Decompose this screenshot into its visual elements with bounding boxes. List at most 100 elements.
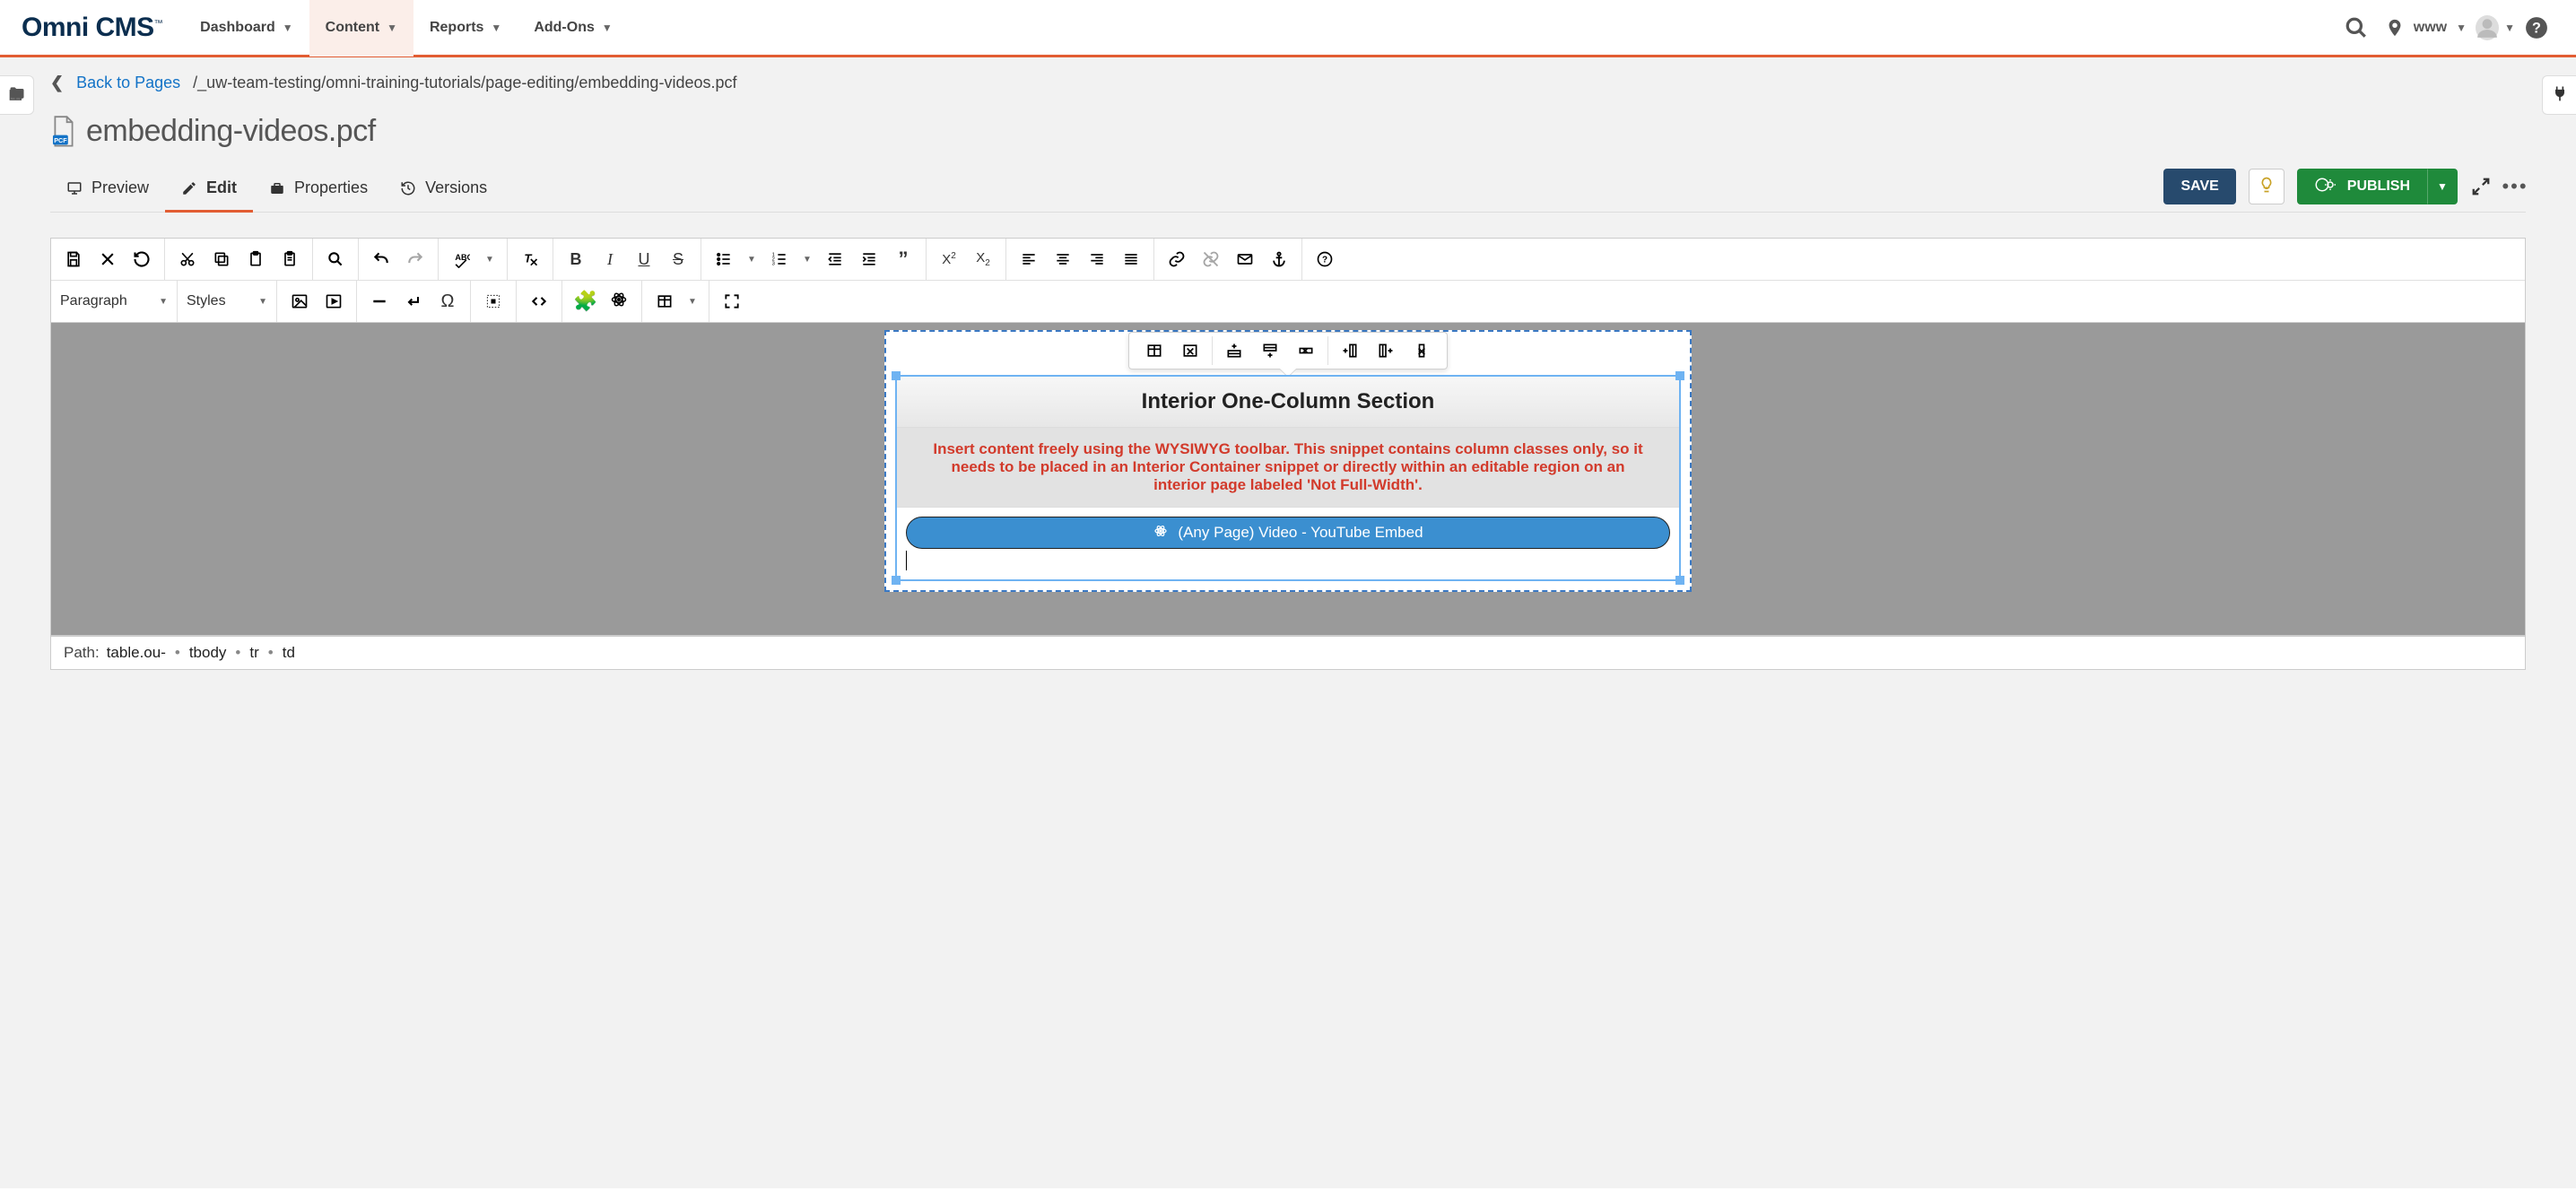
save-button[interactable]: SAVE	[2163, 169, 2235, 204]
toolbar-table-button[interactable]	[649, 286, 680, 317]
row-delete-button[interactable]	[1290, 336, 1322, 365]
video-component[interactable]: (Any Page) Video - YouTube Embed	[906, 517, 1670, 549]
status-path-seg[interactable]: table.ou-	[107, 644, 166, 662]
checks-button[interactable]	[2249, 169, 2284, 204]
toolbar-ul-dropdown[interactable]: ▼	[743, 244, 761, 274]
toolbar-specialchar-button[interactable]: Ω	[432, 286, 463, 317]
col-insert-right-button[interactable]	[1370, 336, 1402, 365]
resize-handle[interactable]	[892, 576, 901, 585]
toolbar-link-button[interactable]	[1162, 244, 1192, 274]
resize-handle[interactable]	[1675, 371, 1684, 380]
toolbar-align-justify-button[interactable]	[1116, 244, 1146, 274]
col-insert-left-button[interactable]	[1334, 336, 1366, 365]
toolbar-component-button[interactable]	[604, 286, 634, 317]
toolbox-icon	[269, 180, 285, 196]
toolbar-bold-button[interactable]: B	[561, 244, 591, 274]
toolbar-close-button[interactable]	[92, 244, 123, 274]
nav-dashboard[interactable]: Dashboard ▼	[184, 0, 309, 57]
site-selector-label: www	[2414, 20, 2447, 36]
status-path-seg[interactable]: td	[283, 644, 295, 662]
user-menu[interactable]: ▼	[2483, 15, 2508, 40]
toolbar-strike-button[interactable]: S	[663, 244, 693, 274]
toolbar-styles-select-label: Styles	[187, 293, 226, 309]
table-delete-button[interactable]	[1174, 336, 1206, 365]
toolbar-superscript-button[interactable]: X2	[934, 244, 964, 274]
back-to-pages-link[interactable]: Back to Pages	[76, 74, 180, 92]
toolbar-align-right-button[interactable]	[1082, 244, 1112, 274]
avatar-icon	[2476, 15, 2499, 40]
tab-preview[interactable]: Preview	[50, 170, 165, 213]
toolbar-indent-button[interactable]	[854, 244, 884, 274]
toolbar-ol-button[interactable]: 123	[764, 244, 795, 274]
toolbar-linebreak-button[interactable]	[398, 286, 429, 317]
toolbar-align-center-button[interactable]	[1048, 244, 1078, 274]
toolbar-save-button[interactable]	[58, 244, 89, 274]
toolbar-find-button[interactable]	[320, 244, 351, 274]
toolbar-hr-button[interactable]	[364, 286, 395, 317]
toolbar-help-button[interactable]: ?	[1310, 244, 1340, 274]
editor-canvas[interactable]: Interior One-Column Section Insert conte…	[50, 322, 2526, 636]
toolbar-ul-button[interactable]	[709, 244, 739, 274]
toolbar-blockquote-button[interactable]: ”	[888, 244, 918, 274]
toolbar-italic-button[interactable]: I	[595, 244, 625, 274]
tab-versions[interactable]: Versions	[384, 170, 503, 213]
table-props-button[interactable]	[1138, 336, 1171, 365]
toolbar-table-dropdown[interactable]: ▼	[683, 286, 701, 317]
tab-edit[interactable]: Edit	[165, 170, 253, 213]
search-icon[interactable]	[2344, 15, 2369, 40]
ellipsis-icon: •••	[2502, 175, 2528, 198]
toolbar-spellcheck-button[interactable]: ABC	[446, 244, 476, 274]
toolbar-cut-button[interactable]	[172, 244, 203, 274]
nav-reports[interactable]: Reports ▼	[413, 0, 518, 57]
sidebar-toggle[interactable]	[0, 75, 34, 115]
toolbar-clear-format-button[interactable]: T	[515, 244, 545, 274]
toolbar-revert-button[interactable]	[126, 244, 157, 274]
toolbar-assets-button[interactable]	[478, 286, 509, 317]
selected-snippet[interactable]: Interior One-Column Section Insert conte…	[895, 375, 1681, 581]
atom-icon	[1153, 523, 1169, 543]
more-menu[interactable]: •••	[2504, 176, 2526, 197]
col-delete-button[interactable]	[1405, 336, 1438, 365]
nav-content[interactable]: Content ▼	[309, 0, 413, 57]
publish-button[interactable]: PUBLISH	[2297, 169, 2427, 204]
toolbar-video-button[interactable]	[318, 286, 349, 317]
chevron-down-icon: ▼	[283, 22, 293, 34]
chevron-down-icon: ▼	[258, 297, 267, 307]
toolbar-styles-select[interactable]: Styles ▼	[178, 286, 276, 317]
toolbar-outdent-button[interactable]	[820, 244, 850, 274]
resize-handle[interactable]	[1675, 576, 1684, 585]
toolbar-fullscreen-button[interactable]	[717, 286, 747, 317]
status-path-seg[interactable]: tr	[249, 644, 258, 662]
toolbar-underline-button[interactable]: U	[629, 244, 659, 274]
toolbar-copy-button[interactable]	[206, 244, 237, 274]
toolbar-spellcheck-dropdown[interactable]: ▼	[480, 244, 500, 274]
site-selector[interactable]: www ▼	[2385, 18, 2467, 38]
publish-dropdown[interactable]: ▼	[2427, 169, 2458, 204]
toolbar-undo-button[interactable]	[366, 244, 396, 274]
expand-icon[interactable]	[2470, 176, 2492, 197]
editable-region[interactable]: Interior One-Column Section Insert conte…	[884, 330, 1692, 592]
toolbar-subscript-button[interactable]: X2	[968, 244, 998, 274]
toolbar-anchor-button[interactable]	[1264, 244, 1294, 274]
row-insert-above-button[interactable]	[1218, 336, 1250, 365]
toolbar-unlink-button[interactable]	[1196, 244, 1226, 274]
nav-addons[interactable]: Add-Ons ▼	[518, 0, 628, 57]
toolbar-redo-button[interactable]	[400, 244, 431, 274]
toolbar-align-left-button[interactable]	[1014, 244, 1044, 274]
toolbar-paste-button[interactable]	[240, 244, 271, 274]
toolbar-source-button[interactable]	[524, 286, 554, 317]
toolbar-paste-text-button[interactable]	[274, 244, 305, 274]
row-insert-below-button[interactable]	[1254, 336, 1286, 365]
toolbar-mailto-button[interactable]	[1230, 244, 1260, 274]
gadgets-toggle[interactable]	[2542, 75, 2576, 115]
toolbar-ol-dropdown[interactable]: ▼	[798, 244, 816, 274]
toolbar-format-select[interactable]: Paragraph▼	[51, 286, 177, 317]
help-icon[interactable]: ?	[2524, 15, 2549, 40]
resize-handle[interactable]	[892, 371, 901, 380]
status-path-seg[interactable]: tbody	[189, 644, 227, 662]
toolbar-image-button[interactable]	[284, 286, 315, 317]
chevron-down-icon: ▼	[387, 22, 397, 34]
tab-properties[interactable]: Properties	[253, 170, 384, 213]
toolbar-snippet-button[interactable]: 🧩	[570, 286, 600, 317]
lightbulb-icon	[2258, 176, 2276, 198]
